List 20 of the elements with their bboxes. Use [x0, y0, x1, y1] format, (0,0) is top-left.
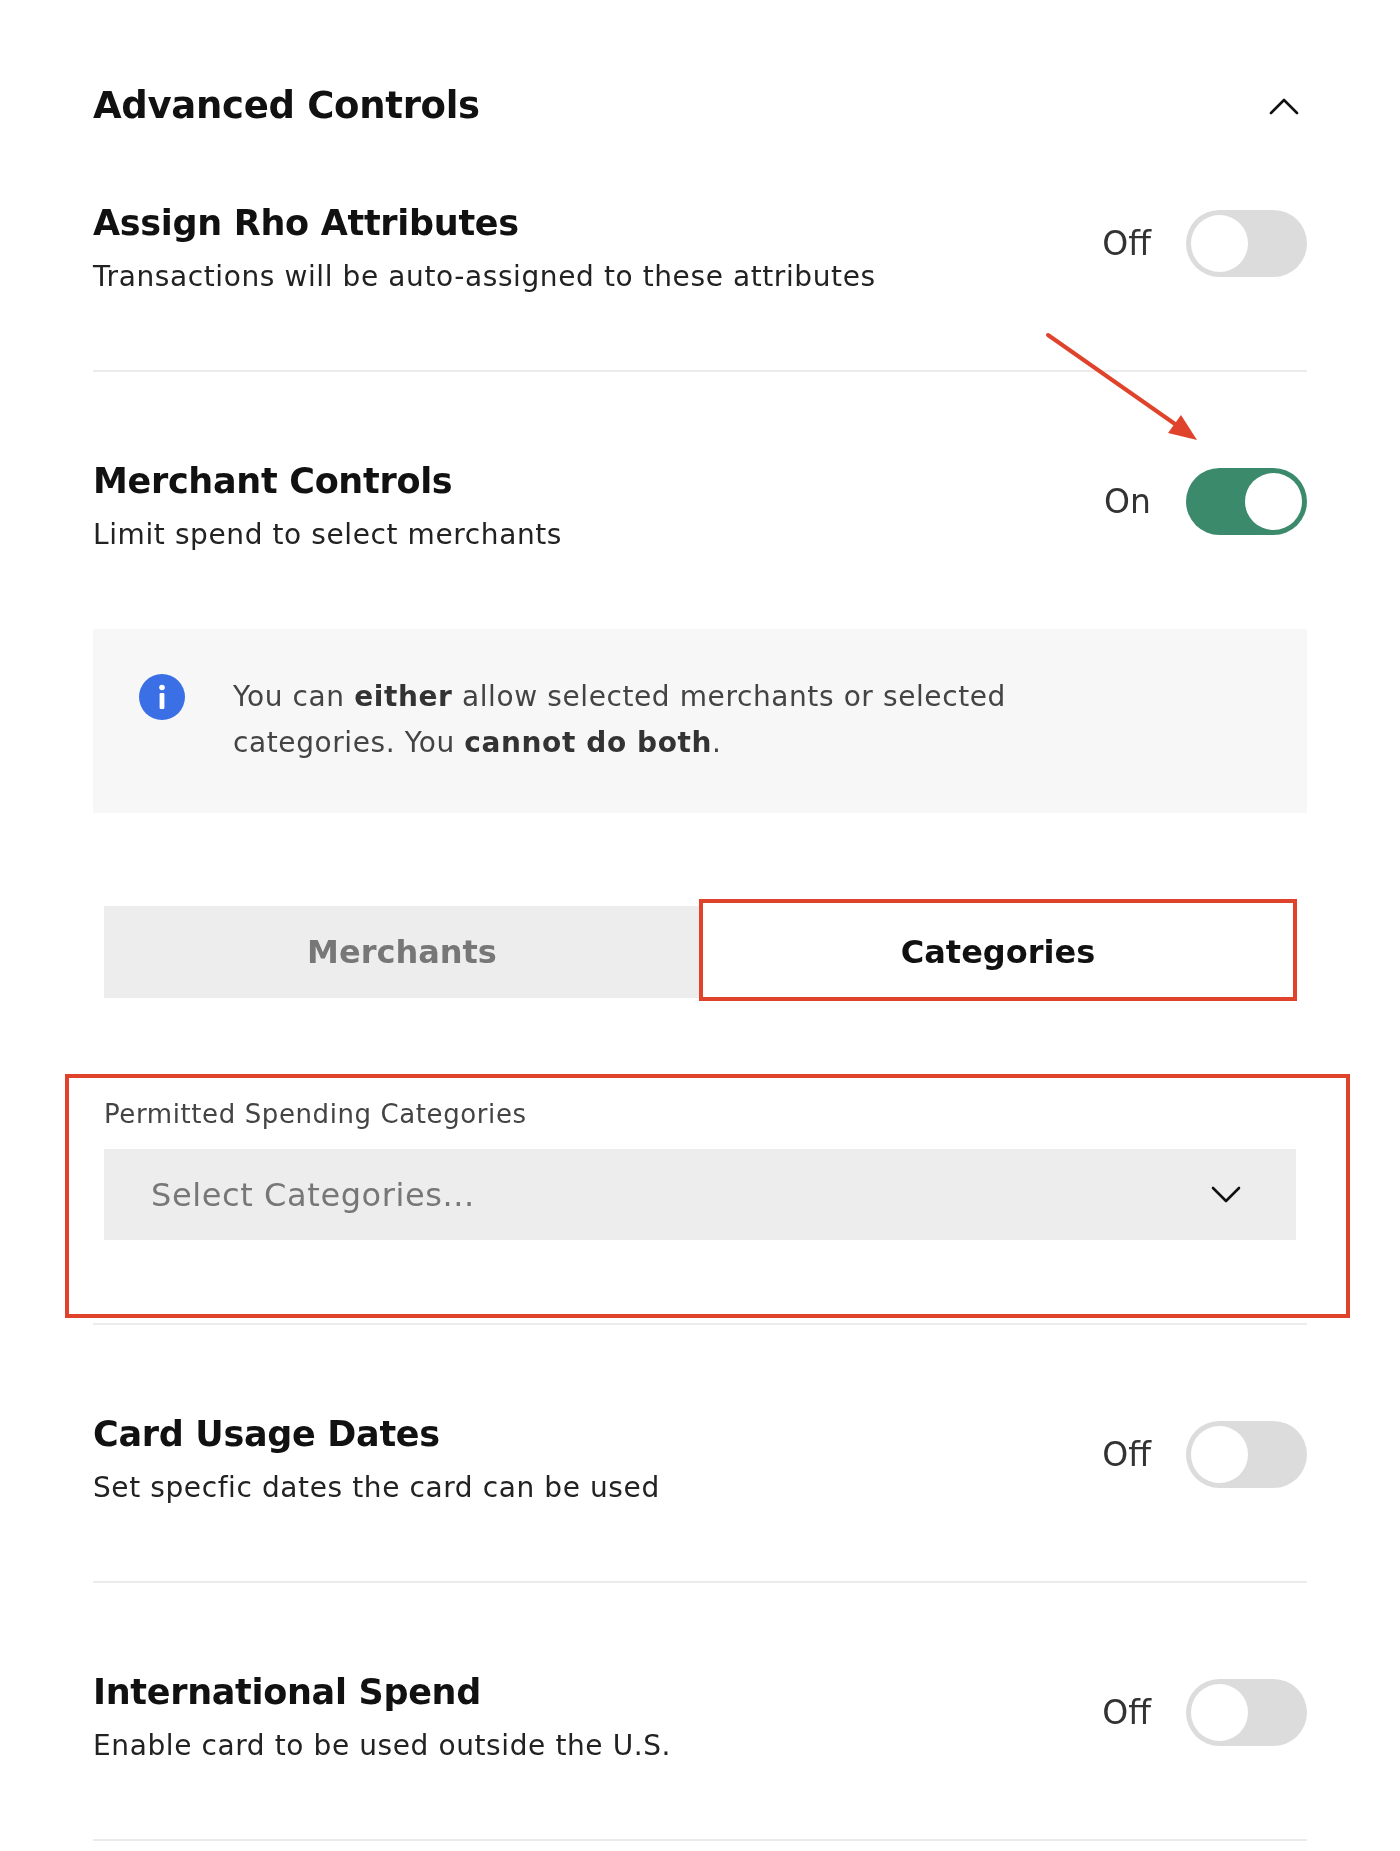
chevron-down-icon: [1211, 1186, 1241, 1203]
chevron-up-icon[interactable]: [1269, 97, 1299, 115]
setting-description: Set specfic dates the card can be used: [93, 1470, 660, 1506]
setting-description: Limit spend to select merchants: [93, 517, 563, 553]
toggle-state-label: Off: [1102, 1434, 1151, 1475]
field-label: Permitted Spending Categories: [104, 1098, 528, 1131]
setting-description: Transactions will be auto-assigned to these attributes: [93, 259, 876, 295]
setting-title: Card Usage Dates: [93, 1413, 441, 1456]
info-icon: [139, 674, 185, 720]
section-heading: Advanced Controls: [93, 83, 480, 129]
setting-title: Merchant Controls: [93, 460, 454, 503]
setting-title: Assign Rho Attributes: [93, 202, 520, 245]
info-text: You can either allow selected merchants or selected categories. You cannot do both.: [233, 679, 1007, 761]
toggle-state-label: Off: [1102, 1692, 1151, 1733]
setting-title: International Spend: [93, 1671, 482, 1714]
category-select[interactable]: Select Categories...: [104, 1149, 1296, 1240]
setting-description: Enable card to be used outside the U.S.: [93, 1728, 672, 1764]
toggle-state-label: On: [1104, 481, 1151, 522]
tab[interactable]: Merchants: [104, 906, 700, 998]
toggle-state-label: Off: [1102, 223, 1151, 264]
